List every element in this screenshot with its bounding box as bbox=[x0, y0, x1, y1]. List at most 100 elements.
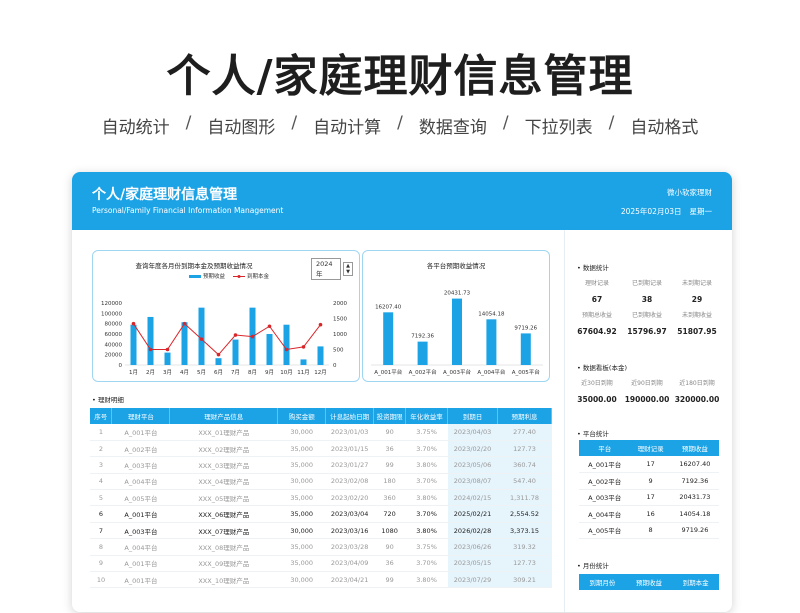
table-cell: 35,000 bbox=[277, 505, 326, 523]
stat-item: 预期总收益 67604.92 bbox=[573, 310, 621, 336]
platform-row[interactable]: A_004平台 16 14054.18 bbox=[579, 505, 719, 523]
table-cell: 127.73 bbox=[497, 440, 552, 458]
col-header[interactable]: 到期日 bbox=[447, 408, 498, 424]
bar-expected-income bbox=[147, 316, 154, 365]
bar-expected-income bbox=[164, 352, 171, 365]
detail-table: 序号 理财平台 理财产品信息 购买金额 计息起始日期 投资期限 年化收益率 到期… bbox=[90, 408, 552, 589]
table-cell: 9 bbox=[630, 472, 671, 490]
line-point-principal bbox=[131, 321, 136, 326]
table-cell: 309.21 bbox=[497, 571, 552, 589]
line-point-principal bbox=[216, 352, 221, 357]
table-row[interactable]: 8 A_004平台 XXX_08理财产品 35,000 2023/03/28 90 3.75… bbox=[90, 538, 552, 556]
col-header[interactable]: 到期本金 bbox=[672, 574, 719, 590]
table-cell: 2023/07/29 bbox=[447, 571, 498, 589]
col-header[interactable]: 理财记录 bbox=[630, 440, 671, 456]
table-cell: 3.80% bbox=[405, 456, 448, 474]
table-cell: XXX_01理财产品 bbox=[169, 424, 278, 441]
detail-section-label: • 理财明细 bbox=[92, 396, 124, 404]
table-cell: A_004平台 bbox=[111, 538, 170, 556]
table-cell: XXX_07理财产品 bbox=[169, 522, 278, 540]
table-row[interactable]: 4 A_004平台 XXX_04理财产品 30,000 2023/02/08 180 3.7… bbox=[90, 473, 552, 491]
bar-platform-income bbox=[486, 319, 497, 365]
table-cell: 5 bbox=[90, 489, 112, 507]
table-row[interactable]: 2 A_002平台 XXX_02理财产品 35,000 2023/01/15 36 3.70… bbox=[90, 440, 552, 458]
platform-chart-svg: 16207.40 A_001平台 7192.36 A_002平台 20431.73 A_0… bbox=[371, 291, 543, 376]
table-cell: 2023/02/20 bbox=[447, 440, 498, 458]
monthly-label: 月份统计 bbox=[582, 562, 609, 570]
table-cell: XXX_05理财产品 bbox=[169, 489, 278, 507]
col-header[interactable]: 到期月份 bbox=[579, 574, 626, 590]
monthly-chart-svg: 0 20000 40000 60000 80000 100000 120000 0 500 100… bbox=[101, 272, 347, 376]
line-point-principal bbox=[250, 334, 255, 339]
table-cell: 2023/03/04 bbox=[325, 505, 374, 523]
table-cell: 2023/02/08 bbox=[325, 473, 374, 491]
platform-row[interactable]: A_005平台 8 9719.26 bbox=[579, 522, 719, 539]
table-cell: A_003平台 bbox=[111, 456, 170, 474]
stat-value: 15796.97 bbox=[627, 327, 667, 336]
feature-separator: / bbox=[397, 113, 403, 133]
x-tick-label: 2月 bbox=[146, 369, 155, 376]
table-row[interactable]: 7 A_003平台 XXX_07理财产品 30,000 2023/03/16 1080 3.… bbox=[90, 522, 552, 540]
table-cell: 8 bbox=[90, 538, 112, 556]
table-cell: 2025/02/21 bbox=[447, 505, 498, 523]
col-header[interactable]: 序号 bbox=[90, 408, 113, 424]
stat-value: 67 bbox=[591, 295, 603, 304]
table-row[interactable]: 6 A_001平台 XXX_06理财产品 35,000 2023/03/04 720 3.7… bbox=[90, 505, 552, 523]
feature-separator: / bbox=[291, 113, 298, 133]
bar-platform-income bbox=[452, 298, 462, 365]
board-section-label: • 数据看板(本金) bbox=[577, 364, 627, 372]
col-header[interactable]: 平台 bbox=[579, 440, 631, 456]
bar-platform-income bbox=[383, 312, 394, 365]
table-cell: 1,311.78 bbox=[497, 489, 552, 507]
table-cell: 2,554.52 bbox=[497, 505, 552, 523]
platform-label: 平台统计 bbox=[582, 430, 609, 438]
y-tick-left: 120000 bbox=[101, 301, 122, 307]
monthly-section-label: • 月份统计 bbox=[577, 562, 609, 570]
col-header[interactable]: 年化收益率 bbox=[405, 408, 449, 424]
table-cell: 2026/02/28 bbox=[447, 522, 498, 540]
y-tick-left: 60000 bbox=[105, 332, 123, 338]
x-tick-label: 10月 bbox=[280, 369, 293, 376]
platform-row[interactable]: A_001平台 17 16207.40 bbox=[579, 456, 719, 473]
table-row[interactable]: 9 A_001平台 XXX_09理财产品 35,000 2023/04/09 36 3.70… bbox=[90, 555, 552, 573]
table-cell: 2023/08/07 bbox=[447, 473, 498, 491]
table-row[interactable]: 10 A_001平台 XXX_10理财产品 30,000 2023/04/21 99 3.8… bbox=[90, 571, 552, 589]
detail-label: 理财明细 bbox=[97, 396, 124, 404]
stat-value: 29 bbox=[691, 295, 703, 304]
x-tick-label: A_002平台 bbox=[409, 368, 438, 376]
table-cell: 2023/04/21 bbox=[325, 571, 374, 589]
col-header[interactable]: 计息起始日期 bbox=[325, 408, 375, 424]
line-point-principal bbox=[233, 333, 238, 337]
feature-item: 下拉列表 bbox=[524, 118, 593, 138]
table-row[interactable]: 5 A_005平台 XXX_05理财产品 35,000 2023/02/20 360 3.8… bbox=[90, 489, 552, 507]
col-header[interactable]: 理财平台 bbox=[111, 408, 171, 424]
y-tick-right: 1000 bbox=[333, 332, 347, 338]
col-header[interactable]: 预期收益 bbox=[670, 440, 719, 456]
table-cell: 3,373.15 bbox=[497, 522, 552, 540]
table-cell: 90 bbox=[373, 538, 406, 556]
platform-row[interactable]: A_003平台 17 20431.73 bbox=[579, 489, 719, 506]
col-header[interactable]: 预期利息 bbox=[497, 408, 552, 424]
col-header[interactable]: 购买金额 bbox=[277, 408, 327, 424]
y-tick-right: 500 bbox=[333, 348, 344, 354]
table-cell: 2023/04/03 bbox=[447, 424, 498, 441]
board-value: 320000.00 bbox=[674, 395, 720, 404]
col-header[interactable]: 投资期限 bbox=[373, 408, 407, 424]
board-value: 190000.00 bbox=[624, 395, 670, 404]
table-cell: 3.70% bbox=[405, 440, 448, 458]
y-tick-left: 80000 bbox=[105, 322, 123, 328]
col-header[interactable]: 预期收益 bbox=[625, 574, 673, 590]
table-cell: 10 bbox=[90, 571, 112, 589]
table-row[interactable]: 3 A_003平台 XXX_03理财产品 35,000 2023/01/27 99 3.80… bbox=[90, 456, 552, 474]
bar-expected-income bbox=[266, 334, 273, 365]
table-cell: 7 bbox=[90, 522, 112, 540]
table-row[interactable]: 1 A_001平台 XXX_01理财产品 30,000 2023/01/03 90 3.75… bbox=[90, 424, 552, 441]
platform-row[interactable]: A_002平台 9 7192.36 bbox=[579, 472, 719, 490]
brand-label: 微小软家理财 bbox=[667, 188, 712, 197]
line-point-principal bbox=[182, 321, 187, 326]
table-cell: 360 bbox=[373, 489, 406, 507]
col-header[interactable]: 理财产品信息 bbox=[169, 408, 279, 424]
table-cell: A_003平台 bbox=[579, 489, 631, 506]
table-cell: 6 bbox=[90, 505, 112, 523]
bar-platform-income bbox=[520, 333, 531, 365]
